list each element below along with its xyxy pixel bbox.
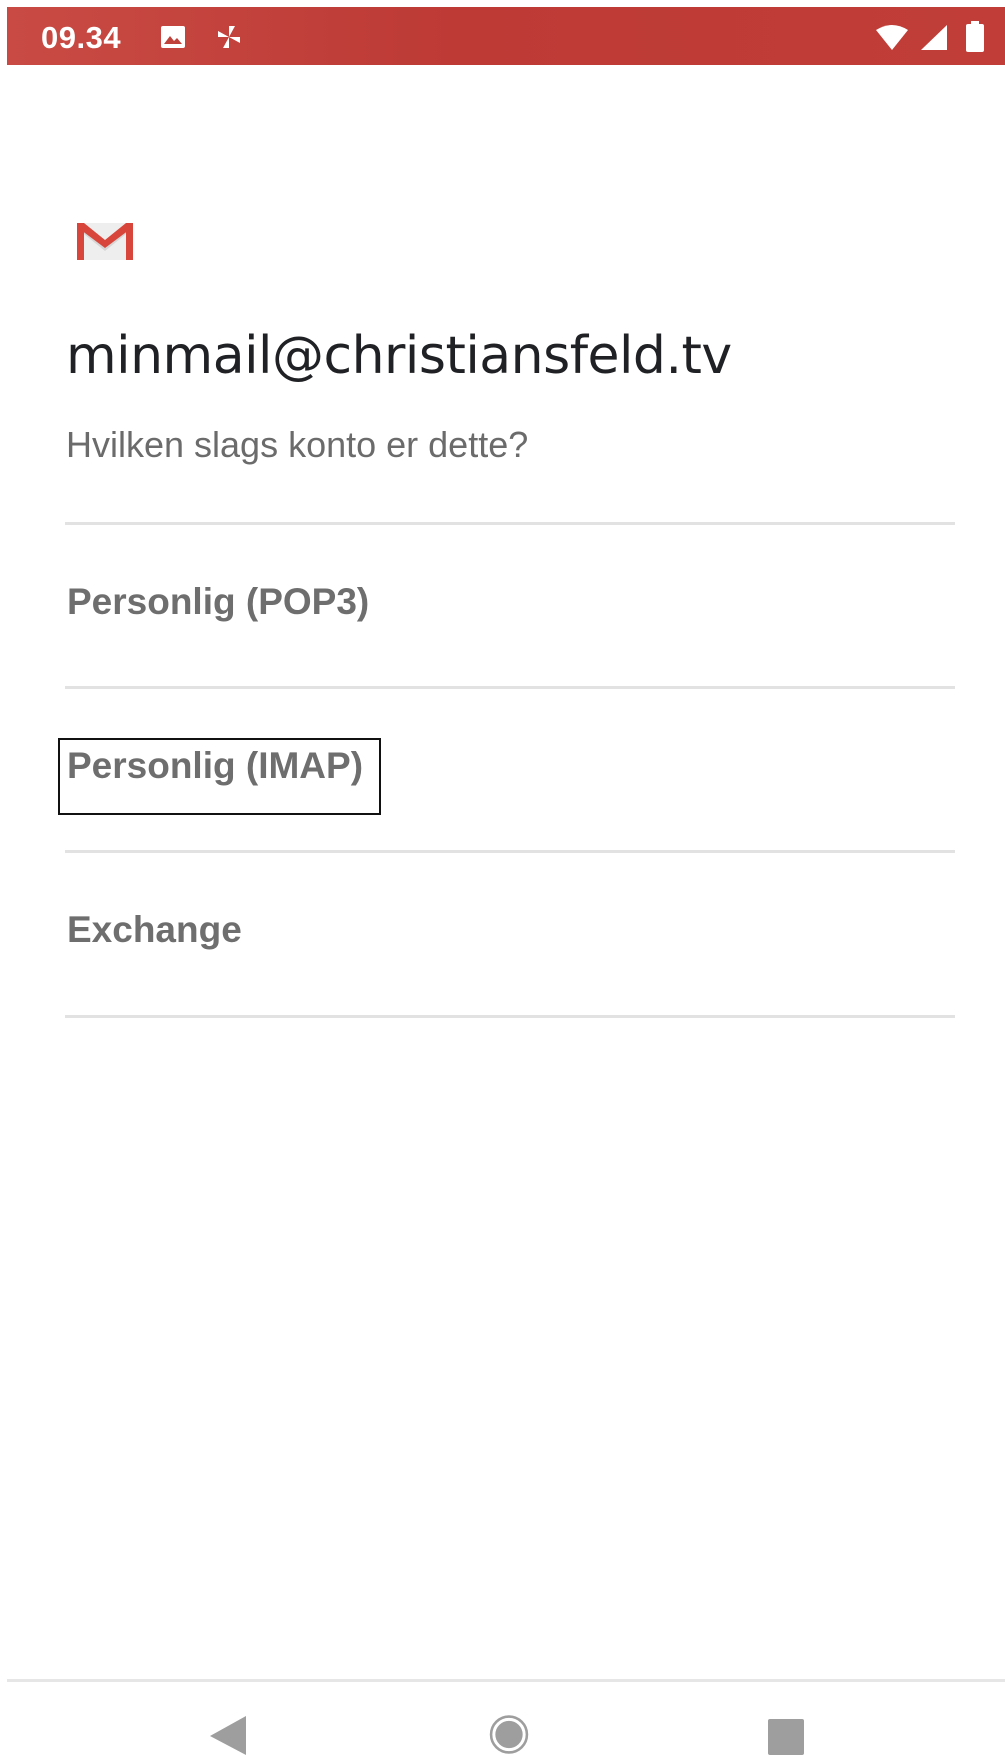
battery-icon <box>965 21 985 58</box>
back-button[interactable] <box>208 1714 248 1755</box>
back-icon <box>210 1716 246 1755</box>
divider <box>65 1015 955 1018</box>
option-label: Personlig (POP3) <box>67 581 370 622</box>
image-icon <box>160 25 186 54</box>
pinwheel-icon <box>215 23 243 56</box>
account-type-question: Hvilken slags konto er dette? <box>66 424 529 465</box>
recents-button[interactable] <box>767 1718 805 1755</box>
screen: 09.34 minmail@christiansfeld.tv Hvilken … <box>0 0 1005 1755</box>
option-personal-pop3[interactable]: Personlig (POP3) <box>65 525 955 686</box>
home-button[interactable] <box>485 1714 533 1755</box>
option-label: Exchange <box>67 909 242 950</box>
option-exchange[interactable]: Exchange <box>65 853 955 1014</box>
account-email: minmail@christiansfeld.tv <box>66 326 732 386</box>
status-bar: 09.34 <box>7 7 1005 65</box>
option-personal-imap[interactable]: Personlig (IMAP) <box>65 689 955 850</box>
wifi-icon <box>875 24 909 57</box>
gmail-logo <box>76 220 134 267</box>
home-icon <box>489 1715 529 1754</box>
nav-bar-divider <box>7 1679 1005 1682</box>
status-time: 09.34 <box>41 20 122 55</box>
option-label: Personlig (IMAP) <box>67 745 364 786</box>
signal-icon <box>919 24 949 57</box>
recents-icon <box>768 1719 804 1755</box>
